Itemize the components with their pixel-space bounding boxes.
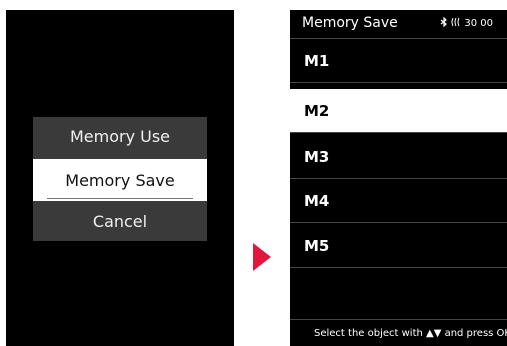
- menu-item-cancel[interactable]: Cancel: [33, 202, 207, 241]
- menu-item-label: Memory Use: [69, 127, 171, 146]
- memory-slot-label: M3: [304, 147, 330, 166]
- screen-header: Memory Save 30 00: [290, 10, 507, 39]
- memory-slot-label: M2: [304, 101, 330, 120]
- memory-slot-m2[interactable]: M2: [290, 89, 507, 133]
- selection-underline: [47, 198, 193, 199]
- memory-slot-m3[interactable]: M3: [290, 135, 507, 179]
- memory-slot-m5[interactable]: M5: [290, 224, 507, 268]
- status-value: 30 00: [464, 18, 494, 29]
- memory-slot-label: M1: [304, 51, 330, 70]
- camera-screen-left: Memory Use Memory Save Cancel: [6, 10, 234, 346]
- menu-item-label: Cancel: [92, 212, 148, 231]
- bluetooth-icon: [440, 16, 451, 29]
- memory-menu-panel: Memory Use Memory Save Cancel: [33, 117, 207, 241]
- camera-screen-right: Memory Save 30 00 M1 M2 M3 M4 M5 Select …: [290, 10, 507, 346]
- memory-slot-label: M4: [304, 191, 330, 210]
- menu-item-memory-use[interactable]: Memory Use: [33, 117, 207, 156]
- status-area: 30 00: [440, 16, 494, 29]
- signal-icon: [451, 17, 464, 29]
- memory-slot-m1[interactable]: M1: [290, 39, 507, 83]
- memory-slot-label: M5: [304, 236, 330, 255]
- page-title: Memory Save: [302, 15, 398, 31]
- menu-item-label: Memory Save: [65, 170, 175, 190]
- memory-slot-m4[interactable]: M4: [290, 179, 507, 223]
- menu-item-memory-save[interactable]: Memory Save: [33, 159, 207, 201]
- transition-arrow-icon: [253, 243, 271, 271]
- footer-hint: Select the object with ▲▼ and press OK: [290, 319, 507, 346]
